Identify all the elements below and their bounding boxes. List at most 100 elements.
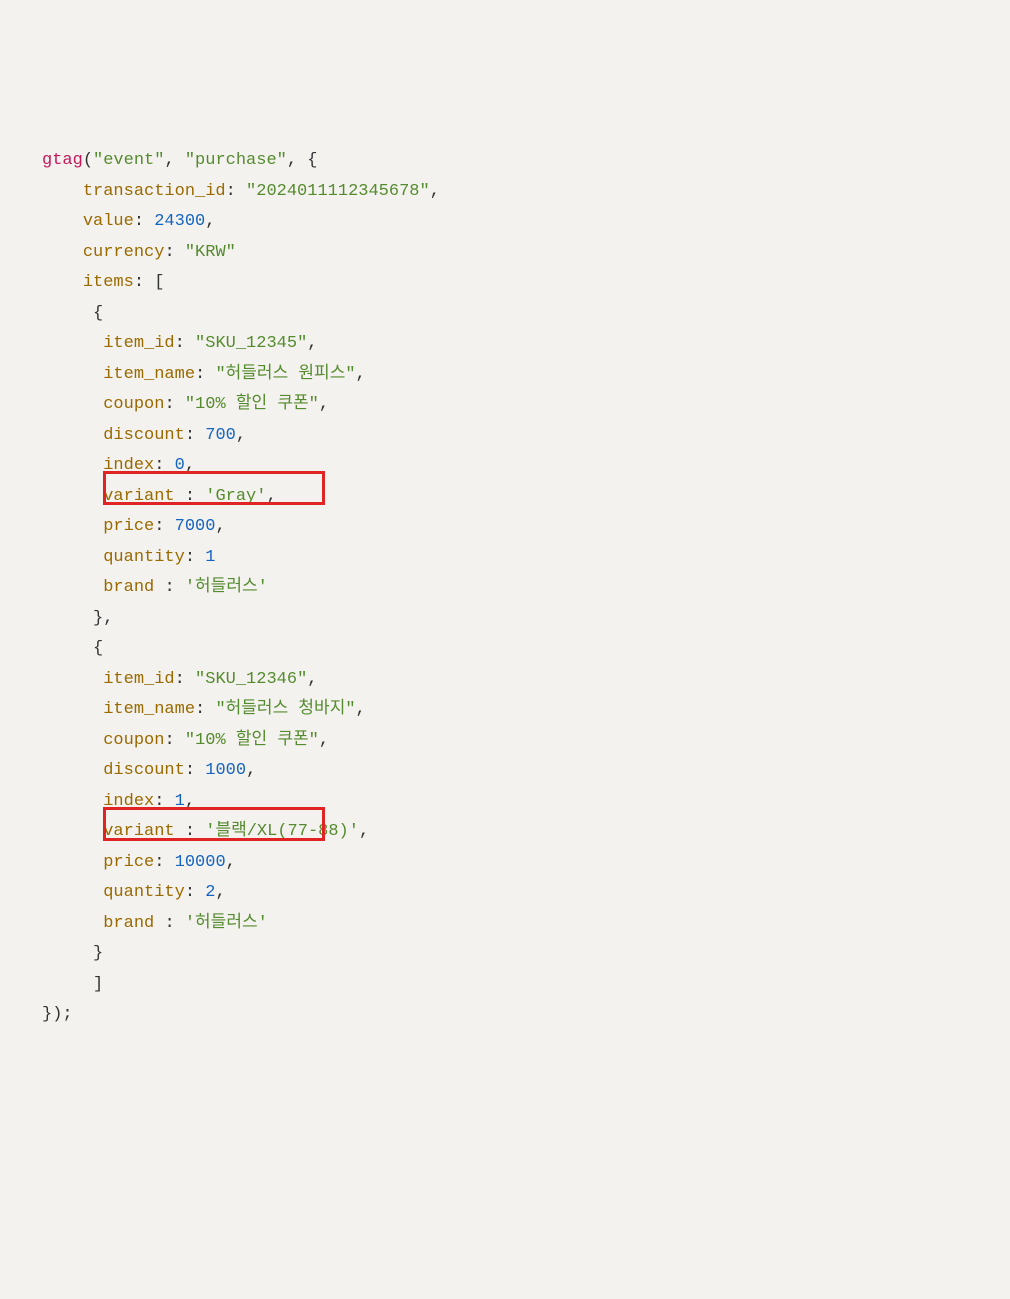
colon: :	[134, 212, 144, 231]
colon: :	[164, 243, 174, 262]
item1-val-index: 1	[175, 792, 185, 811]
comma: ,	[287, 151, 297, 170]
val-value: 24300	[154, 212, 205, 231]
bracket-open: [	[154, 273, 164, 292]
colon: :	[164, 395, 174, 414]
function-name: gtag	[42, 151, 83, 170]
item0-key-quantity: quantity	[103, 548, 185, 567]
arg-purchase: "purchase"	[185, 151, 287, 170]
item1-key-item-name: item_name	[103, 700, 195, 719]
comma: ,	[307, 334, 317, 353]
item0-val-item-id: "SKU_12345"	[195, 334, 307, 353]
space	[175, 151, 185, 170]
brace-close: }	[93, 944, 103, 963]
item0-val-variant: 'Gray'	[205, 487, 266, 506]
colon: :	[185, 548, 195, 567]
item0-val-coupon: "10% 할인 쿠폰"	[185, 395, 319, 414]
colon: :	[154, 517, 164, 536]
comma: ,	[307, 670, 317, 689]
item0-key-item-id: item_id	[103, 334, 174, 353]
comma: ,	[185, 792, 195, 811]
paren-close-semi: );	[52, 1005, 72, 1024]
item1-key-brand: brand	[103, 914, 164, 933]
val-currency: "KRW"	[185, 243, 236, 262]
item1-key-discount: discount	[103, 761, 185, 780]
comma: ,	[103, 609, 113, 628]
item0-key-price: price	[103, 517, 154, 536]
colon: :	[175, 670, 185, 689]
colon: :	[154, 792, 164, 811]
brace-open: {	[93, 304, 103, 323]
code-block: gtag("event", "purchase", { transaction_…	[42, 146, 968, 1031]
brace-open: {	[93, 639, 103, 658]
item1-val-brand: '허들러스'	[185, 914, 268, 933]
item0-val-price: 7000	[175, 517, 216, 536]
key-items: items	[83, 273, 134, 292]
bracket-close: ]	[93, 975, 103, 994]
colon: :	[134, 273, 144, 292]
colon: :	[185, 426, 195, 445]
item1-val-discount: 1000	[205, 761, 246, 780]
comma: ,	[356, 700, 366, 719]
colon: :	[164, 914, 174, 933]
item1-val-item-name: "허들러스 청바지"	[215, 700, 355, 719]
item1-key-coupon: coupon	[103, 731, 164, 750]
space	[297, 151, 307, 170]
item1-val-price: 10000	[175, 853, 226, 872]
key-transaction-id: transaction_id	[83, 182, 226, 201]
item0-val-brand: '허들러스'	[185, 578, 268, 597]
val-transaction-id: "2024011112345678"	[246, 182, 430, 201]
item0-key-discount: discount	[103, 426, 185, 445]
item1-val-variant: '블랙/XL(77-88)'	[205, 822, 359, 841]
comma: ,	[226, 853, 236, 872]
item0-key-brand: brand	[103, 578, 164, 597]
item1-key-price: price	[103, 853, 154, 872]
comma: ,	[236, 426, 246, 445]
item1-key-item-id: item_id	[103, 670, 174, 689]
item1-key-variant: variant	[103, 822, 185, 841]
item0-val-index: 0	[175, 456, 185, 475]
item1-key-index: index	[103, 792, 154, 811]
colon: :	[175, 334, 185, 353]
colon: :	[195, 700, 205, 719]
colon: :	[164, 578, 174, 597]
item1-val-coupon: "10% 할인 쿠폰"	[185, 731, 319, 750]
comma: ,	[164, 151, 174, 170]
key-value: value	[83, 212, 134, 231]
comma: ,	[185, 456, 195, 475]
comma: ,	[205, 212, 215, 231]
item0-val-discount: 700	[205, 426, 236, 445]
brace-close: }	[42, 1005, 52, 1024]
comma: ,	[319, 731, 329, 750]
colon: :	[164, 731, 174, 750]
item0-key-item-name: item_name	[103, 365, 195, 384]
colon: :	[185, 822, 195, 841]
item0-key-index: index	[103, 456, 154, 475]
brace-close: }	[93, 609, 103, 628]
colon: :	[154, 853, 164, 872]
comma: ,	[266, 487, 276, 506]
colon: :	[226, 182, 236, 201]
item1-val-item-id: "SKU_12346"	[195, 670, 307, 689]
colon: :	[185, 487, 195, 506]
comma: ,	[356, 365, 366, 384]
colon: :	[185, 883, 195, 902]
item0-key-variant: variant	[103, 487, 185, 506]
item1-key-quantity: quantity	[103, 883, 185, 902]
colon: :	[185, 761, 195, 780]
colon: :	[154, 456, 164, 475]
colon: :	[195, 365, 205, 384]
comma: ,	[319, 395, 329, 414]
comma: ,	[430, 182, 440, 201]
comma: ,	[246, 761, 256, 780]
item0-key-coupon: coupon	[103, 395, 164, 414]
item1-val-quantity: 2	[205, 883, 215, 902]
arg-event: "event"	[93, 151, 164, 170]
paren-open: (	[83, 151, 93, 170]
key-currency: currency	[83, 243, 165, 262]
comma: ,	[215, 517, 225, 536]
item0-val-item-name: "허들러스 원피스"	[215, 365, 355, 384]
item0-val-quantity: 1	[205, 548, 215, 567]
comma: ,	[359, 822, 369, 841]
comma: ,	[215, 883, 225, 902]
